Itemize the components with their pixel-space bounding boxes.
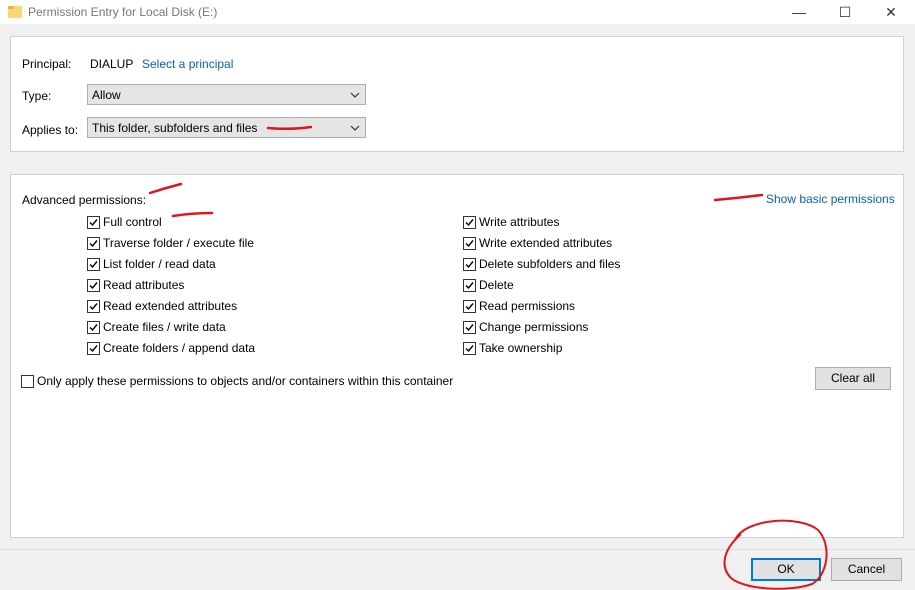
permission-checkbox[interactable] bbox=[463, 300, 476, 313]
permission-label: Create folders / append data bbox=[103, 341, 256, 355]
principal-value: DIALUP bbox=[90, 57, 134, 71]
applies-to-value: This folder, subfolders and files bbox=[92, 121, 258, 135]
ok-button[interactable]: OK bbox=[751, 558, 821, 581]
cancel-button[interactable]: Cancel bbox=[831, 558, 902, 581]
checkmark-icon bbox=[89, 282, 98, 290]
permission-label: List folder / read data bbox=[103, 257, 216, 271]
permission-checkbox[interactable] bbox=[87, 342, 100, 355]
chevron-down-icon bbox=[350, 125, 360, 131]
permission-checkbox[interactable] bbox=[87, 258, 100, 271]
permission-label: Read attributes bbox=[103, 278, 185, 292]
checkmark-icon bbox=[89, 219, 98, 227]
checkmark-icon bbox=[465, 303, 474, 311]
type-value: Allow bbox=[92, 88, 121, 102]
minimize-button[interactable]: — bbox=[776, 0, 822, 24]
permission-label: Write attributes bbox=[479, 215, 560, 229]
title-bar: Permission Entry for Local Disk (E:) — ☐… bbox=[0, 0, 915, 24]
permission-checkbox[interactable] bbox=[463, 342, 476, 355]
only-apply-label: Only apply these permissions to objects … bbox=[37, 374, 454, 388]
checkmark-icon bbox=[465, 261, 474, 269]
checkmark-icon bbox=[465, 345, 474, 353]
permission-label: Delete subfolders and files bbox=[479, 257, 621, 271]
permission-label: Write extended attributes bbox=[479, 236, 613, 250]
permission-checkbox[interactable] bbox=[87, 321, 100, 334]
footer-divider bbox=[0, 549, 915, 550]
permission-checkbox[interactable] bbox=[463, 321, 476, 334]
permission-label: Change permissions bbox=[479, 320, 589, 334]
permission-checkbox[interactable] bbox=[87, 279, 100, 292]
permission-label: Read permissions bbox=[479, 299, 576, 313]
checkmark-icon bbox=[465, 240, 474, 248]
permission-label: Take ownership bbox=[479, 341, 563, 355]
permission-label: Read extended attributes bbox=[103, 299, 238, 313]
principal-panel: Principal: DIALUP Select a principal Typ… bbox=[10, 36, 904, 152]
window-title: Permission Entry for Local Disk (E:) bbox=[28, 5, 218, 19]
permission-checkbox[interactable] bbox=[463, 279, 476, 292]
applies-to-dropdown[interactable]: This folder, subfolders and files bbox=[87, 117, 366, 138]
permission-checkbox[interactable] bbox=[463, 258, 476, 271]
checkmark-icon bbox=[89, 240, 98, 248]
checkmark-icon bbox=[89, 303, 98, 311]
permission-label: Delete bbox=[479, 278, 514, 292]
checkmark-icon bbox=[465, 324, 474, 332]
permission-checkbox[interactable] bbox=[463, 237, 476, 250]
checkmark-icon bbox=[89, 324, 98, 332]
checkmark-icon bbox=[465, 219, 474, 227]
only-apply-checkbox[interactable] bbox=[21, 375, 34, 388]
permission-checkbox[interactable] bbox=[87, 237, 100, 250]
clear-all-button[interactable]: Clear all bbox=[815, 367, 891, 390]
checkmark-icon bbox=[89, 261, 98, 269]
permission-label: Full control bbox=[103, 215, 162, 229]
advanced-permissions-panel: Advanced permissions: Show basic permiss… bbox=[10, 174, 904, 538]
permission-checkbox[interactable] bbox=[463, 216, 476, 229]
principal-label: Principal: bbox=[22, 57, 72, 71]
checkmark-icon bbox=[89, 345, 98, 353]
folder-icon bbox=[8, 6, 22, 18]
permission-checkbox[interactable] bbox=[87, 216, 100, 229]
show-basic-permissions-link[interactable]: Show basic permissions bbox=[766, 192, 895, 206]
type-dropdown[interactable]: Allow bbox=[87, 84, 366, 105]
maximize-button[interactable]: ☐ bbox=[822, 0, 868, 24]
checkmark-icon bbox=[465, 282, 474, 290]
applies-to-label: Applies to: bbox=[22, 123, 79, 137]
close-button[interactable]: ✕ bbox=[868, 0, 914, 24]
chevron-down-icon bbox=[350, 92, 360, 98]
permission-label: Traverse folder / execute file bbox=[103, 236, 254, 250]
permission-checkbox[interactable] bbox=[87, 300, 100, 313]
type-label: Type: bbox=[22, 89, 52, 103]
permission-label: Create files / write data bbox=[103, 320, 226, 334]
advanced-permissions-label: Advanced permissions: bbox=[22, 193, 147, 207]
select-principal-link[interactable]: Select a principal bbox=[142, 57, 233, 71]
